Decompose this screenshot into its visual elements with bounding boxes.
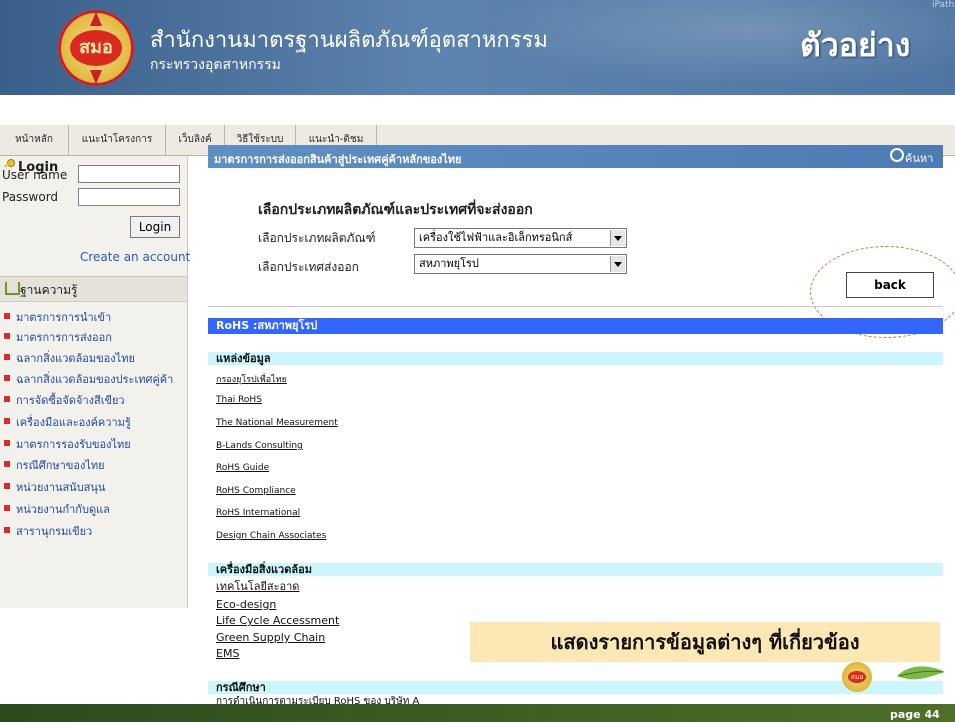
- product-select[interactable]: เครื่องใช้ไฟฟ้าและอิเล็กทรอนิกส์: [414, 228, 627, 248]
- header-gap: [0, 95, 955, 125]
- bullet-icon: [4, 375, 10, 381]
- source-link[interactable]: RoHS Compliance: [216, 486, 296, 496]
- tools-title: เครื่องมือสิ่งแวดล้อม: [216, 563, 312, 576]
- case-title: กรณีศึกษา: [216, 681, 266, 694]
- kb-item-import[interactable]: มาตรการการนำเข้า: [16, 308, 111, 326]
- tool-link[interactable]: EMS: [216, 647, 239, 660]
- username-input[interactable]: [78, 165, 180, 183]
- book-icon: [5, 282, 20, 295]
- bullet-icon: [4, 505, 10, 511]
- password-label: Password: [2, 190, 59, 204]
- bullet-icon: [4, 333, 10, 339]
- kb-item-regulators[interactable]: หน่วยงานกำกับดูแล: [16, 500, 110, 518]
- tool-link[interactable]: Life Cycle Accessment: [216, 614, 339, 627]
- country-select[interactable]: สหภาพยุโรป: [414, 254, 627, 274]
- login-button[interactable]: Login: [130, 216, 180, 238]
- nav-home[interactable]: หน้าหลัก: [0, 125, 69, 155]
- create-account-link[interactable]: Create an account: [80, 250, 190, 264]
- source-link[interactable]: Design Chain Associates: [216, 531, 326, 541]
- bullet-icon: [4, 483, 10, 489]
- bullet-icon: [4, 418, 10, 424]
- bullet-icon: [4, 396, 10, 402]
- kb-item-thai-eco-label[interactable]: ฉลากสิ่งแวดล้อมของไทย: [16, 349, 135, 367]
- sources-bar: [208, 352, 943, 365]
- password-input[interactable]: [78, 188, 180, 206]
- main-title: มาตรการการส่งออกสินค้าสู่ประเทศคู่ค้าหลั…: [214, 153, 462, 166]
- bullet-icon: [4, 440, 10, 446]
- kb-item-thai-cases[interactable]: กรณีศึกษาของไทย: [16, 456, 105, 474]
- nav-about[interactable]: แนะนำโครงการ: [69, 125, 166, 155]
- source-link[interactable]: B-Lands Consulting: [216, 441, 303, 451]
- bullet-icon: [4, 354, 10, 360]
- product-label: เลือกประเภทผลิตภัณฑ์: [258, 231, 376, 245]
- callout-box: แสดงรายการข้อมูลต่างๆ ที่เกี่ยวข้อง: [470, 622, 940, 662]
- country-select-value: สหภาพยุโรป: [419, 257, 479, 270]
- divider: [208, 306, 943, 307]
- sample-label: ตัวอย่าง: [800, 26, 911, 64]
- tool-link[interactable]: Eco-design: [216, 598, 276, 611]
- select-title: เลือกประเภทผลิตภัณฑ์และประเทศที่จะส่งออก: [258, 202, 533, 218]
- kb-item-export[interactable]: มาตรการการส่งออก: [16, 328, 112, 346]
- back-button[interactable]: back: [846, 272, 934, 298]
- case-bar: [208, 681, 943, 694]
- kb-item-tools[interactable]: เครื่องมือและองค์ความรู้: [16, 413, 131, 431]
- kb-item-green-encyclopedia[interactable]: สารานุกรมเขียว: [16, 522, 92, 540]
- tisi-small-logo: สมอ: [842, 662, 872, 692]
- source-link[interactable]: กรองยุโรปเพื่อไทย: [216, 372, 287, 386]
- source-link[interactable]: Thai RoHS: [216, 395, 262, 405]
- footer-bar: [0, 704, 955, 722]
- username-label: User name: [2, 168, 68, 182]
- bullet-icon: [4, 527, 10, 533]
- tool-link[interactable]: Green Supply Chain: [216, 631, 325, 644]
- tool-link[interactable]: เทคโนโลยีสะอาด: [216, 577, 299, 595]
- product-select-value: เครื่องใช้ไฟฟ้าและอิเล็กทรอนิกส์: [419, 231, 573, 244]
- leaf-logo-icon: [897, 666, 945, 680]
- kb-item-support-agencies[interactable]: หน่วยงานสนับสนุน: [16, 478, 105, 496]
- tisi-logo[interactable]: สมอ: [58, 10, 134, 86]
- ministry-name: กระทรวงอุตสาหกรรม: [150, 57, 281, 73]
- bullet-icon: [4, 313, 10, 319]
- kb-item-thai-measures[interactable]: มาตรการรองรับของไทย: [16, 435, 131, 453]
- chevron-down-icon: [610, 230, 625, 246]
- source-link[interactable]: RoHS Guide: [216, 463, 269, 473]
- small-logo-text: สมอ: [848, 671, 866, 683]
- knowledge-title: ฐานความรู้: [20, 283, 78, 297]
- rohs-bar: [208, 318, 943, 334]
- bullet-icon: [4, 461, 10, 467]
- tools-bar: [208, 563, 943, 576]
- corner-text: iPath: [932, 0, 955, 10]
- search-icon[interactable]: [890, 148, 904, 162]
- kb-item-partner-eco-label[interactable]: ฉลากสิ่งแวดล้อมของประเทศคู่ค้า: [16, 370, 173, 388]
- search-link[interactable]: ค้นหา: [905, 149, 933, 167]
- page-number: page 44: [890, 708, 940, 721]
- chevron-down-icon: [610, 256, 625, 272]
- org-name: สำนักงานมาตรฐานผลิตภัณฑ์อุตสาหกรรม: [150, 28, 548, 53]
- rohs-title: RoHS :สหภาพยุโรป: [216, 319, 318, 332]
- source-link[interactable]: The National Measurement: [216, 418, 338, 428]
- sources-title: แหล่งข้อมูล: [216, 352, 271, 365]
- country-label: เลือกประเทศส่งออก: [258, 260, 359, 274]
- kb-item-green-procurement[interactable]: การจัดซื้อจัดจ้างสีเขียว: [16, 391, 125, 409]
- source-link[interactable]: RoHS International: [216, 508, 300, 518]
- logo-text: สมอ: [70, 30, 122, 66]
